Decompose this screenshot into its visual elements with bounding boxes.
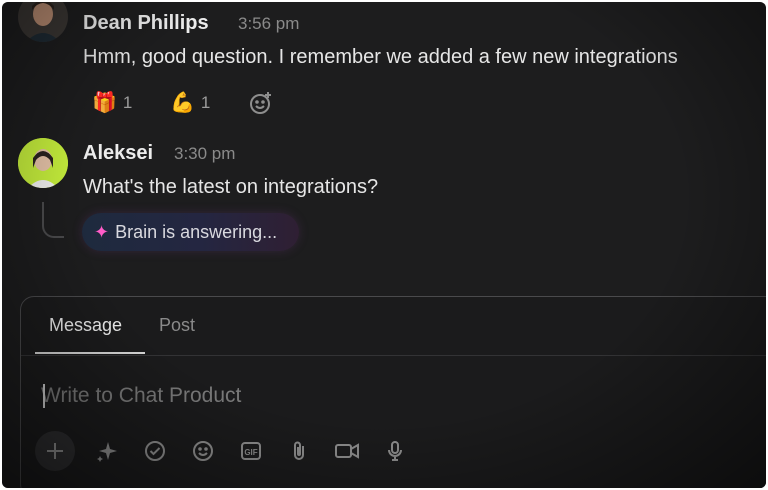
- flexed-biceps-emoji-icon: 💪: [170, 92, 195, 114]
- tab-message[interactable]: Message: [49, 315, 122, 336]
- sparkle-icon: ✦: [94, 221, 110, 242]
- text-caret: [43, 384, 45, 408]
- add-reaction-icon[interactable]: [248, 90, 274, 116]
- thread-connector: [42, 202, 64, 238]
- reaction-count: 1: [122, 93, 133, 112]
- gif-icon[interactable]: GIF: [231, 431, 271, 471]
- avatar-dean[interactable]: [18, 2, 68, 42]
- checklist-icon[interactable]: [135, 431, 175, 471]
- sparkle-icon[interactable]: [87, 431, 127, 471]
- brain-status-label: Brain is answering...: [115, 221, 278, 242]
- composer-tabs: Message Post: [21, 297, 766, 356]
- svg-text:GIF: GIF: [244, 448, 257, 457]
- video-icon[interactable]: [327, 431, 367, 471]
- message-timestamp: 3:56 pm: [238, 14, 300, 33]
- brain-answering-status: ✦ Brain is answering...: [82, 213, 300, 251]
- emoji-icon[interactable]: [183, 431, 223, 471]
- message-composer: Message Post Write to Chat Product GIF: [20, 296, 766, 488]
- author-name[interactable]: Aleksei: [83, 142, 153, 165]
- message-timestamp: 3:30 pm: [174, 144, 236, 163]
- author-name[interactable]: Dean Phillips: [83, 12, 209, 35]
- chat-window: Dean Phillips 3:56 pm Hmm, good question…: [2, 2, 766, 488]
- gift-emoji-icon: 🎁: [92, 92, 117, 114]
- active-tab-indicator: [35, 352, 145, 354]
- message-input[interactable]: [41, 381, 641, 411]
- message-text: Hmm, good question. I remember we added …: [83, 46, 678, 68]
- tab-post[interactable]: Post: [159, 315, 195, 336]
- reaction-count: 1: [200, 93, 211, 112]
- reaction-gift[interactable]: 🎁 1: [92, 88, 132, 118]
- reaction-flexed-biceps[interactable]: 💪 1: [170, 88, 210, 118]
- attachment-icon[interactable]: [279, 431, 319, 471]
- plus-icon[interactable]: [35, 431, 75, 471]
- avatar-aleksei[interactable]: [18, 138, 68, 188]
- microphone-icon[interactable]: [375, 431, 415, 471]
- message-text: What's the latest on integrations?: [83, 176, 379, 198]
